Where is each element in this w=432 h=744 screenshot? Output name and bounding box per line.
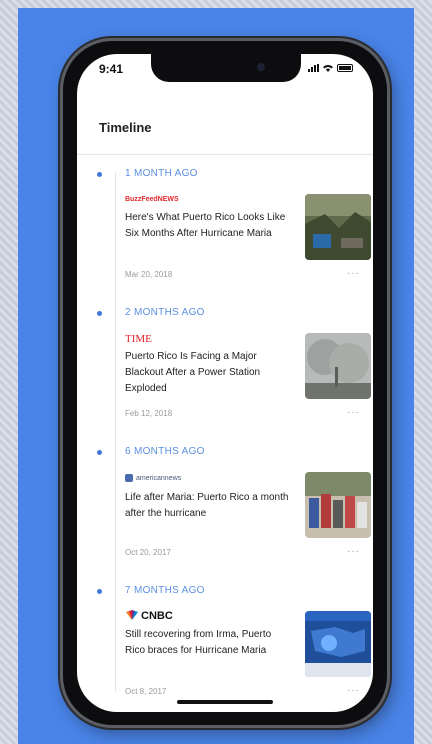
timeline-dot [97, 589, 102, 594]
article-thumbnail[interactable] [305, 194, 371, 260]
time-ago-label: 1 MONTH AGO [125, 168, 198, 179]
phone-screen: 9:41 Timeline 1 MONTH AGO BuzzFeedNEWS H… [77, 54, 373, 712]
publish-date: Oct 20, 2017 [125, 548, 171, 557]
camera-icon [257, 63, 265, 71]
source-logo: americannews [136, 475, 182, 482]
publish-date: Mar 20, 2018 [125, 270, 173, 279]
signal-icon [308, 64, 319, 72]
source-logo: BuzzFeedNEWS [125, 196, 179, 203]
article-thumbnail[interactable] [305, 472, 371, 538]
status-time: 9:41 [99, 62, 124, 76]
publish-date: Feb 12, 2018 [125, 409, 173, 418]
crowd-photo-icon [305, 472, 371, 538]
article-thumbnail[interactable] [305, 611, 371, 677]
headline[interactable]: Puerto Rico Is Facing a Major Blackout A… [125, 349, 293, 397]
header-divider [77, 154, 373, 155]
time-ago-label: 6 MONTHS AGO [125, 446, 205, 457]
notch [151, 54, 301, 82]
timeline-dot [97, 311, 102, 316]
more-options-icon[interactable]: ··· [347, 685, 360, 696]
source-logo-mark [125, 474, 133, 482]
article-thumbnail[interactable] [305, 333, 371, 399]
page-title: Timeline [99, 120, 152, 135]
source-logo: TIME [125, 333, 152, 345]
time-ago-label: 7 MONTHS AGO [125, 585, 205, 596]
more-options-icon[interactable]: ··· [347, 407, 360, 418]
timeline-line [115, 172, 116, 692]
timeline-dot [97, 450, 102, 455]
timeline-dot [97, 172, 102, 177]
headline[interactable]: Here's What Puerto Rico Looks Like Six M… [125, 210, 293, 242]
smoke-photo-icon [305, 333, 371, 399]
status-icons [308, 64, 353, 72]
storm-damage-photo-icon [305, 194, 371, 260]
source-logo: CNBC [141, 610, 173, 622]
headline[interactable]: Still recovering from Irma, Puerto Rico … [125, 627, 293, 659]
weather-map-photo-icon [305, 611, 371, 677]
time-ago-label: 2 MONTHS AGO [125, 307, 205, 318]
battery-icon [337, 64, 353, 72]
wifi-icon [323, 65, 333, 72]
publish-date: Oct 8, 2017 [125, 687, 167, 696]
more-options-icon[interactable]: ··· [347, 268, 360, 279]
more-options-icon[interactable]: ··· [347, 546, 360, 557]
peacock-logo-icon [126, 610, 138, 620]
phone-frame: 9:41 Timeline 1 MONTH AGO BuzzFeedNEWS H… [60, 38, 390, 728]
home-indicator[interactable] [177, 700, 273, 704]
headline[interactable]: Life after Maria: Puerto Rico a month af… [125, 490, 293, 522]
